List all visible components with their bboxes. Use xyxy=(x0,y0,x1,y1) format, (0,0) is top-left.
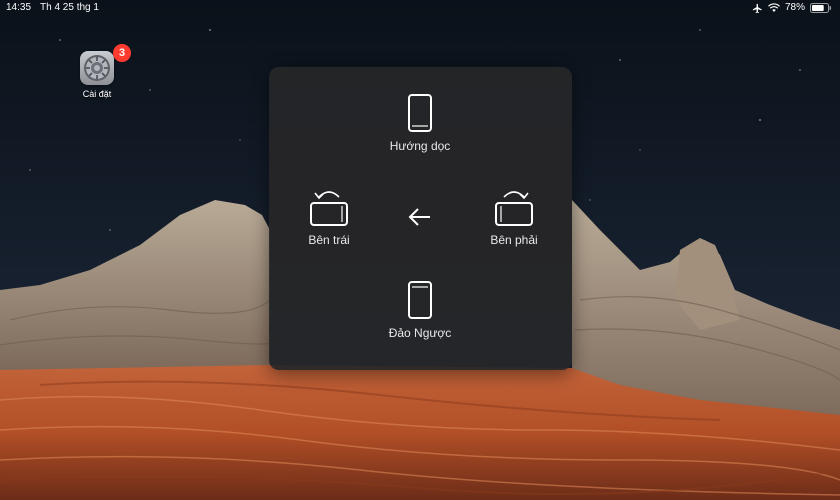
notification-badge: 3 xyxy=(113,44,131,62)
upside-down-option[interactable]: Đảo Ngược xyxy=(370,280,470,340)
back-arrow-icon xyxy=(408,208,430,226)
rotate-right-icon xyxy=(495,191,533,226)
status-right: 78% xyxy=(752,0,832,16)
rotate-right-label: Bên phải xyxy=(490,233,538,247)
gear-icon xyxy=(84,55,110,81)
portrait-option[interactable]: Hướng dọc xyxy=(370,93,470,153)
status-time: 14:35 xyxy=(6,2,32,13)
rotate-left-label: Bên trái xyxy=(308,233,350,247)
battery-fill xyxy=(812,5,824,11)
ipad-portrait-icon xyxy=(408,94,432,132)
app-label: Cài đặt xyxy=(82,89,112,99)
status-date: Th 4 25 thg 1 xyxy=(40,2,99,13)
back-button[interactable] xyxy=(405,206,435,228)
battery-percent: 78% xyxy=(784,2,805,13)
rotate-right-option[interactable]: Bên phải xyxy=(472,187,556,247)
rotate-left-option[interactable]: Bên trái xyxy=(287,187,371,247)
ipad-upside-down-icon xyxy=(408,281,432,319)
battery-icon xyxy=(810,3,831,13)
airplane-icon xyxy=(752,3,762,13)
wifi-icon xyxy=(768,3,780,12)
settings-app[interactable]: 3 Cài đặt xyxy=(74,44,131,99)
rotate-left-icon xyxy=(310,191,348,226)
settings-app-tile[interactable] xyxy=(80,51,114,85)
portrait-label: Hướng dọc xyxy=(389,139,451,153)
status-bar: 14:35 Th 4 25 thg 1 78% xyxy=(0,0,840,16)
rotate-menu-panel: Hướng dọc Bên trái Bên phải Đảo Ngược xyxy=(269,67,572,370)
upside-down-label: Đảo Ngược xyxy=(388,326,452,340)
